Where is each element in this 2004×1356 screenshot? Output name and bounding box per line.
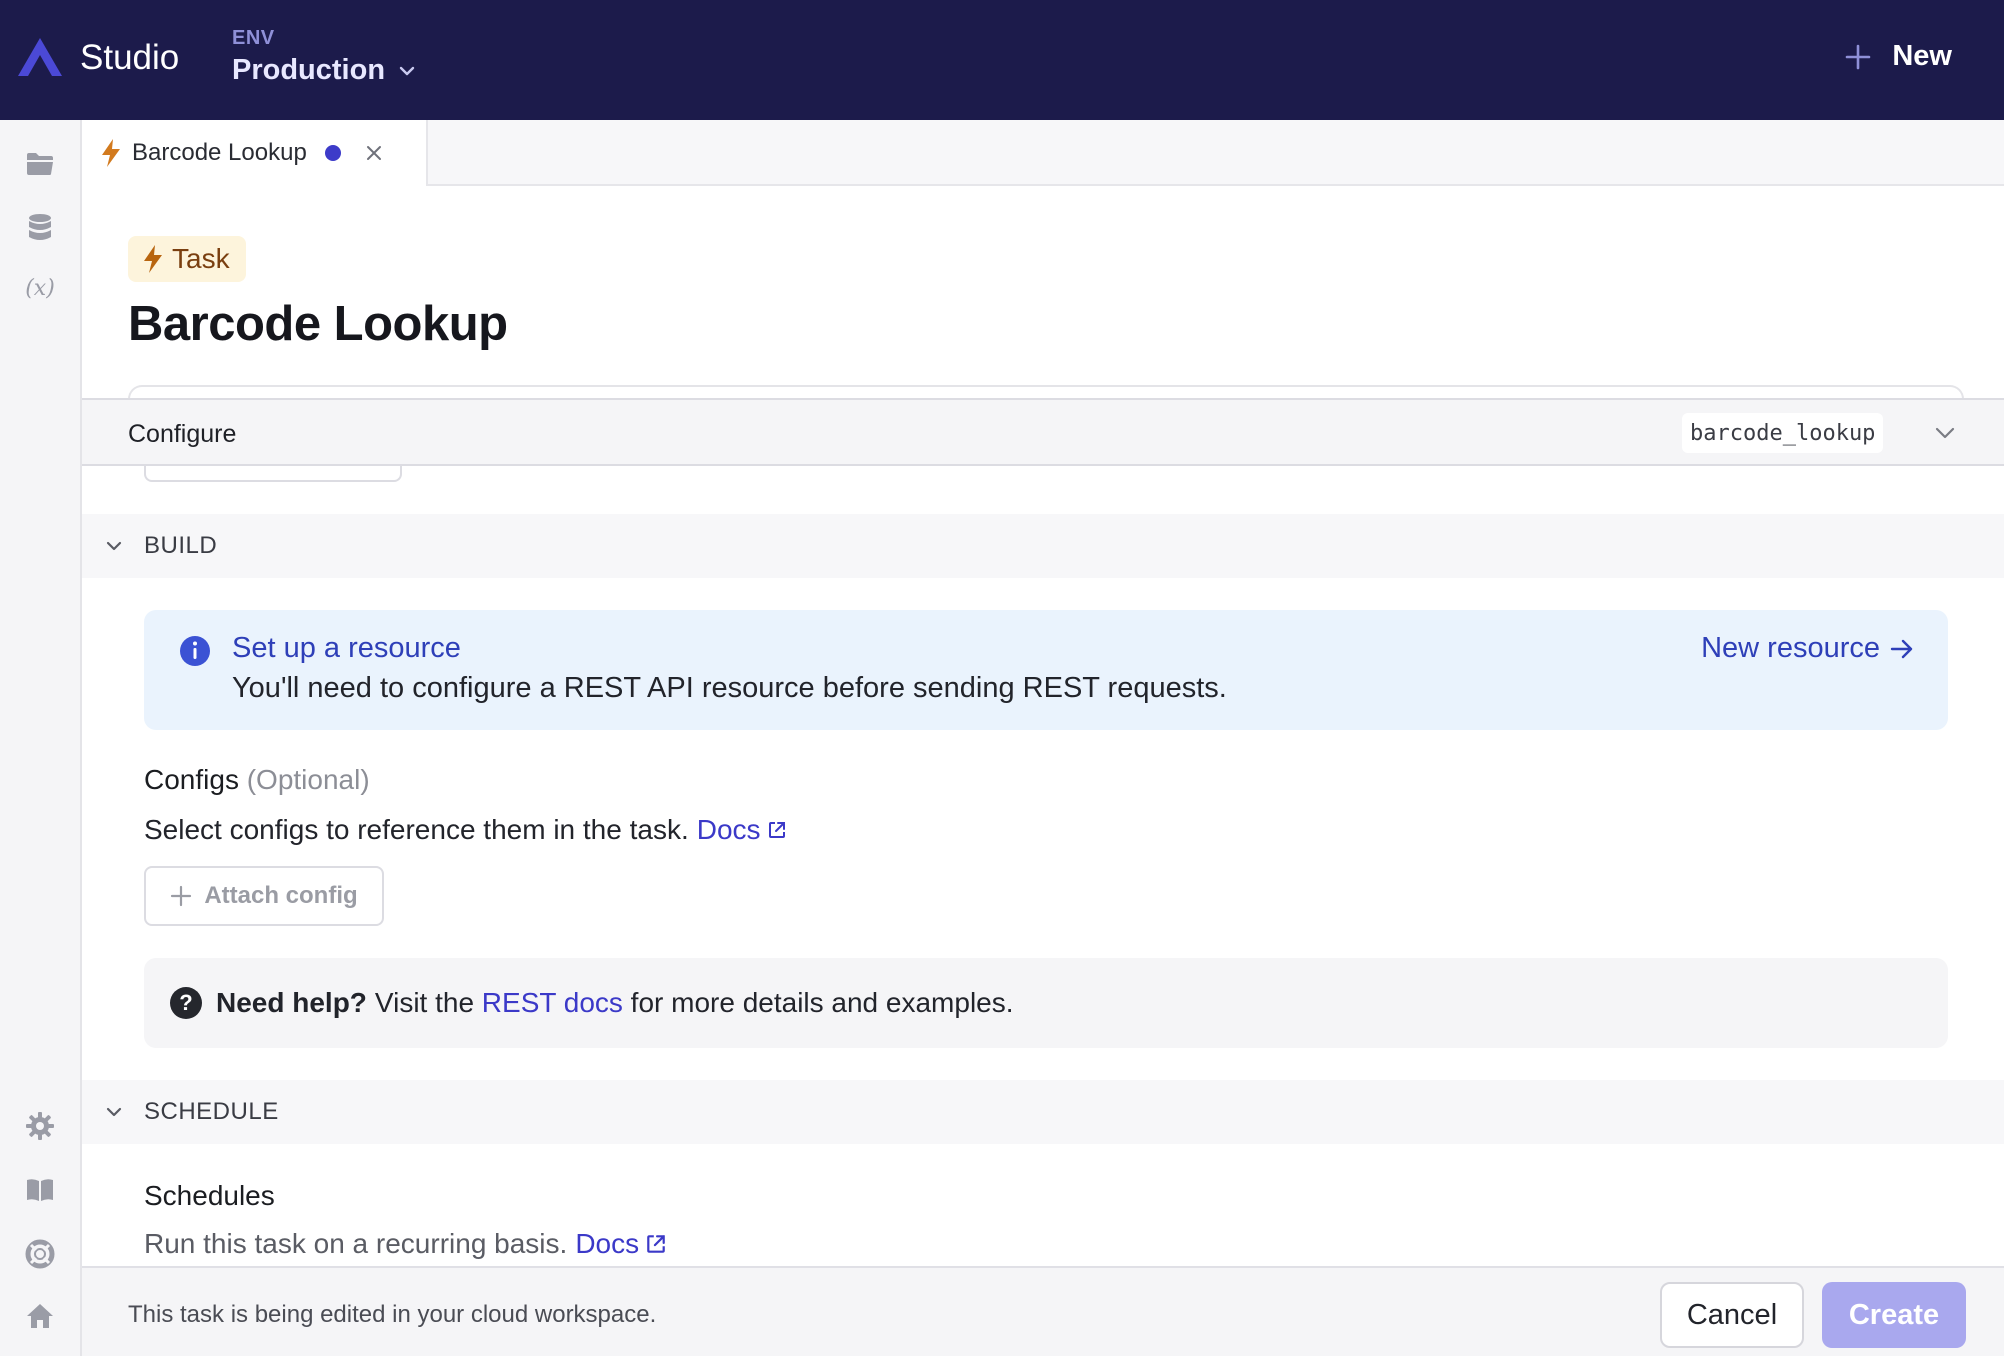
new-resource-label: New resource <box>1701 632 1880 664</box>
bolt-icon <box>144 245 162 273</box>
tab-strip: Barcode Lookup <box>82 120 2004 186</box>
footer-note: This task is being edited in your cloud … <box>128 1301 657 1328</box>
page-title: Barcode Lookup <box>128 297 508 351</box>
schedules-description: Run this task on a recurring basis. Docs <box>144 1228 667 1260</box>
tab-title: Barcode Lookup <box>132 139 307 166</box>
top-bar: Studio ENV Production New <box>0 0 2004 120</box>
app-logo-icon[interactable] <box>16 36 64 78</box>
configs-description: Select configs to reference them in the … <box>144 814 787 846</box>
bolt-icon <box>102 139 120 167</box>
home-icon[interactable] <box>24 1300 56 1332</box>
configs-docs-label: Docs <box>696 814 761 845</box>
attach-config-button[interactable]: Attach config <box>144 866 384 926</box>
configure-label: Configure <box>128 420 237 448</box>
task-type-badge: Task <box>128 236 246 282</box>
chevron-down-icon <box>1935 427 1955 439</box>
help-prefix: Visit the <box>374 987 475 1018</box>
variable-glyph: (x) <box>25 275 55 301</box>
info-icon <box>180 636 210 666</box>
cancel-button[interactable]: Cancel <box>1660 1282 1804 1348</box>
close-icon <box>366 146 381 160</box>
footer-bar: This task is being edited in your cloud … <box>82 1266 2004 1356</box>
plus-icon <box>171 885 192 907</box>
help-lifebuoy-icon[interactable] <box>24 1238 56 1270</box>
app-brand: Studio <box>80 38 180 77</box>
section-build-label: BUILD <box>144 532 218 559</box>
database-icon[interactable] <box>24 212 56 244</box>
rest-docs-link[interactable]: REST docs <box>482 987 623 1019</box>
schedules-description-text: Run this task on a recurring basis. <box>144 1228 568 1259</box>
help-box: ? Need help? Visit the REST docs for mor… <box>144 958 1948 1048</box>
external-link-icon <box>768 822 785 838</box>
help-suffix: for more details and examples. <box>630 987 1014 1018</box>
configs-heading: Configs (Optional) <box>144 764 370 796</box>
callout-body: You'll need to configure a REST API reso… <box>232 672 1227 704</box>
clipped-field <box>144 464 402 482</box>
chevron-down-icon <box>106 1107 122 1117</box>
configs-optional-label: (Optional) <box>246 764 370 795</box>
configs-description-text: Select configs to reference them in the … <box>144 814 689 845</box>
badge-label: Task <box>172 243 230 274</box>
section-schedule-header[interactable]: SCHEDULE <box>82 1080 2004 1144</box>
chevron-down-icon <box>106 541 122 551</box>
environment-value: Production <box>232 54 386 86</box>
settings-icon[interactable] <box>24 1110 56 1142</box>
schedules-title: Schedules <box>144 1180 275 1211</box>
schedules-docs-label: Docs <box>575 1228 640 1259</box>
new-button[interactable]: New <box>1844 40 1952 73</box>
configs-docs-link[interactable]: Docs <box>697 814 787 846</box>
schedules-docs-link[interactable]: Docs <box>575 1228 667 1260</box>
resource-callout: Set up a resource You'll need to configu… <box>144 610 1948 730</box>
left-rail: (x) <box>0 120 82 1356</box>
configure-bar[interactable]: Configure barcode_lookup <box>82 398 2004 466</box>
configs-title: Configs <box>144 764 239 795</box>
new-button-label: New <box>1892 40 1952 72</box>
variable-icon[interactable]: (x) <box>24 272 56 304</box>
tab-barcode-lookup[interactable]: Barcode Lookup <box>82 120 428 186</box>
environment-selector[interactable]: Production <box>232 54 417 87</box>
question-icon: ? <box>170 987 202 1019</box>
env-label: ENV <box>232 27 275 49</box>
chevron-down-icon <box>399 66 415 75</box>
arrow-right-icon <box>1890 639 1913 658</box>
section-build-header[interactable]: BUILD <box>82 514 2004 578</box>
task-slug: barcode_lookup <box>1682 413 1884 453</box>
folder-icon[interactable] <box>24 148 56 180</box>
external-link-icon <box>647 1235 665 1253</box>
plus-icon <box>1846 44 1871 69</box>
callout-title: Set up a resource <box>232 632 461 664</box>
section-schedule-label: SCHEDULE <box>144 1098 279 1125</box>
create-button[interactable]: Create <box>1822 1282 1966 1348</box>
new-resource-link[interactable]: New resource <box>1701 632 1914 665</box>
help-strong: Need help? <box>216 987 367 1018</box>
unsaved-indicator <box>324 145 341 161</box>
attach-config-label: Attach config <box>204 882 358 909</box>
close-tab-button[interactable] <box>365 144 383 162</box>
book-icon[interactable] <box>24 1174 56 1206</box>
configure-collapse-toggle[interactable] <box>1932 420 1958 451</box>
